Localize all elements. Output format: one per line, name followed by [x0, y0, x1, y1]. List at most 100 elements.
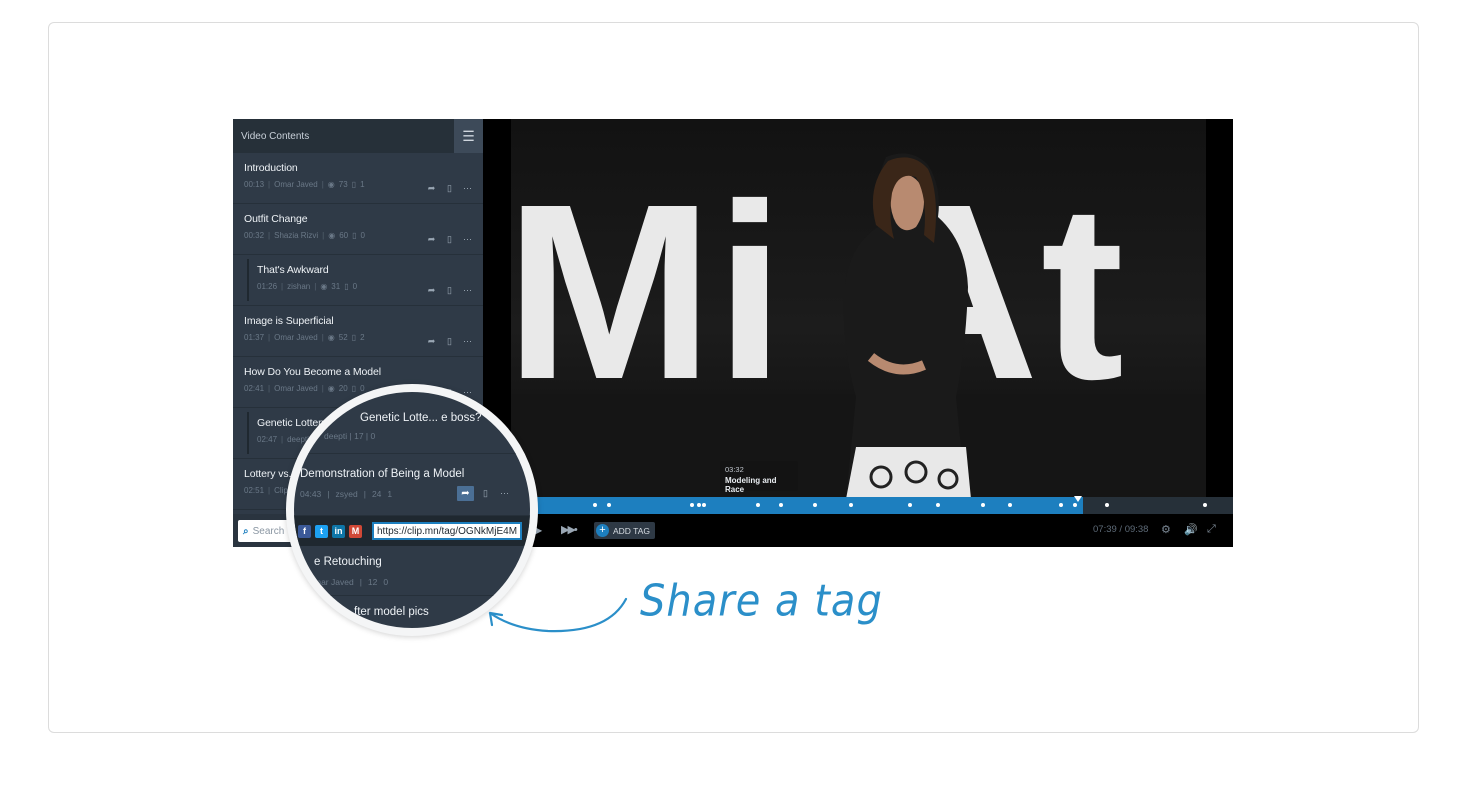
tooltip-tag-name: Modeling and Race — [725, 476, 777, 494]
tag-marker[interactable] — [702, 503, 706, 507]
search-icon: ⌕ — [243, 525, 249, 537]
tag-author: Shazia Rizvi — [274, 231, 319, 240]
tag-views: 73 — [338, 180, 348, 189]
tag-list-item[interactable]: Image is Superficial 01:37 | Omar Javed | ◉ 52… — [233, 306, 483, 357]
timeline-tooltip: 03:32 Modeling and Race — [720, 461, 798, 494]
tag-author: Omar Javed — [274, 333, 318, 342]
magnified-row-title: e Retouching — [314, 556, 382, 568]
search-placeholder: Search — [252, 525, 285, 537]
magnified-row: Genetic Lotte... e boss? deepti | 17 | 0 — [294, 392, 530, 454]
linkedin-icon[interactable]: in — [332, 524, 345, 538]
tag-name: Introduction — [244, 162, 298, 174]
tag-time: 01:26 — [257, 282, 278, 291]
playhead[interactable] — [1074, 496, 1082, 502]
tag-marker[interactable] — [1073, 503, 1077, 507]
more-icon[interactable]: ⋯ — [460, 334, 475, 349]
bookmark-icon[interactable]: ▯ — [442, 334, 457, 349]
tag-time: 02:51 — [244, 486, 265, 495]
tag-marker[interactable] — [813, 503, 817, 507]
eye-icon: ◉ — [328, 231, 336, 240]
bookmark-icon[interactable]: ▯ — [442, 283, 457, 298]
magnified-row: Demonstration of Being a Model 04:43 | z… — [294, 454, 530, 516]
bookmark-count-icon: ▯ — [351, 180, 357, 189]
tag-marker[interactable] — [756, 503, 760, 507]
twitter-icon[interactable]: t — [315, 524, 328, 538]
tag-name: Image is Superficial — [244, 315, 334, 327]
share-icon[interactable]: ➦ — [457, 486, 474, 501]
tag-time: 02:41 — [244, 384, 265, 393]
tag-views: 31 — [331, 282, 341, 291]
player-controls: ▶ ▶▶• + ADD TAG 07:39 / 09:38 ⚙ 🔊 ⤢ — [483, 514, 1233, 547]
tag-marker[interactable] — [849, 503, 853, 507]
share-icon[interactable]: ➦ — [424, 334, 439, 349]
more-icon[interactable]: ⋯ — [460, 181, 475, 196]
add-tag-label: ADD TAG — [613, 525, 650, 536]
tag-time: 00:13 — [244, 180, 265, 189]
hamburger-icon[interactable]: ☰ — [454, 119, 483, 153]
gear-icon[interactable]: ⚙ — [1161, 523, 1171, 536]
tag-marker[interactable] — [593, 503, 597, 507]
fullscreen-icon[interactable]: ⤢ — [1207, 523, 1216, 536]
tag-list-item[interactable]: Outfit Change 00:32 | Shazia Rizvi | ◉ 60 ▯ 0 ➦ ▯ ⋯ — [233, 204, 483, 255]
gmail-icon[interactable]: M — [349, 524, 362, 538]
tag-marker[interactable] — [1105, 503, 1109, 507]
tag-marker[interactable] — [1008, 503, 1012, 507]
sidebar-header: Video Contents ☰ — [233, 119, 483, 153]
callout-arrow-icon — [488, 597, 628, 633]
share-icon[interactable]: ➦ — [424, 283, 439, 298]
share-panel: f t in M https://clip.mn/tag/OGNkMjE4M — [294, 516, 530, 546]
tag-marker[interactable] — [908, 503, 912, 507]
tag-marker[interactable] — [607, 503, 611, 507]
tag-name: That's Awkward — [257, 264, 329, 276]
eye-icon: ◉ — [327, 180, 335, 189]
share-icon[interactable]: ➦ — [424, 181, 439, 196]
tag-author: Clip — [274, 486, 288, 495]
eye-icon: ◉ — [320, 282, 328, 291]
tag-actions: ➦▯⋯ — [424, 334, 475, 349]
add-tag-button[interactable]: + ADD TAG — [594, 522, 655, 539]
tag-author: zishan — [287, 282, 311, 291]
timecode: 07:39 / 09:38 — [1093, 524, 1149, 535]
video-frame: Mi At — [511, 119, 1206, 499]
magnified-row-title: Demonstration of Being a Model — [300, 468, 465, 480]
tag-marker[interactable] — [936, 503, 940, 507]
share-url-field[interactable]: https://clip.mn/tag/OGNkMjE4M — [372, 522, 522, 540]
tag-marker[interactable] — [697, 503, 701, 507]
tag-marker[interactable] — [1059, 503, 1063, 507]
more-icon[interactable]: ⋯ — [497, 486, 512, 501]
facebook-icon[interactable]: f — [298, 524, 311, 538]
bookmark-count-icon: ▯ — [351, 333, 357, 342]
bookmark-icon[interactable]: ▯ — [478, 486, 493, 501]
tag-list-item[interactable]: That's Awkward 01:26 | zishan | ◉ 31 ▯ 0 ➦ ▯ ⋯ — [233, 255, 483, 306]
tag-actions: ➦▯⋯ — [424, 232, 475, 247]
tag-marker[interactable] — [779, 503, 783, 507]
tag-marker[interactable] — [690, 503, 694, 507]
tag-bookmarks: 0 — [360, 231, 365, 240]
tag-name: Outfit Change — [244, 213, 308, 225]
tag-list-item[interactable]: Introduction 00:13 | Omar Javed | ◉ 73 ▯ 1 ➦ ▯ ⋯ — [233, 153, 483, 204]
tag-marker[interactable] — [1203, 503, 1207, 507]
tag-marker[interactable] — [981, 503, 985, 507]
bookmark-count-icon: ▯ — [352, 231, 357, 240]
tag-actions: ➦▯⋯ — [424, 283, 475, 298]
timeline-bar[interactable] — [483, 496, 1233, 514]
bookmark-icon[interactable]: ▯ — [442, 181, 457, 196]
tag-bookmarks: 1 — [360, 180, 365, 189]
sidebar-title: Video Contents — [241, 130, 310, 142]
tag-bookmarks: 2 — [360, 333, 365, 342]
share-icon[interactable]: ➦ — [424, 232, 439, 247]
more-icon[interactable]: ⋯ — [460, 283, 475, 298]
video-player[interactable]: Mi At 03:32 Modeling and Race ▶ ▶▶• + AD… — [483, 119, 1233, 547]
timeline-progress — [483, 497, 1083, 514]
tag-time: 01:37 — [244, 333, 265, 342]
bookmark-icon[interactable]: ▯ — [442, 232, 457, 247]
tag-author: Omar Javed — [274, 180, 318, 189]
eye-icon: ◉ — [327, 333, 335, 342]
speaker-figure — [843, 153, 971, 499]
tag-views: 60 — [339, 231, 349, 240]
volume-icon[interactable]: 🔊 — [1184, 523, 1198, 536]
tag-time: 00:32 — [244, 231, 265, 240]
fast-forward-icon[interactable]: ▶▶• — [561, 523, 578, 536]
tag-time: 02:47 — [257, 435, 278, 444]
more-icon[interactable]: ⋯ — [460, 232, 475, 247]
